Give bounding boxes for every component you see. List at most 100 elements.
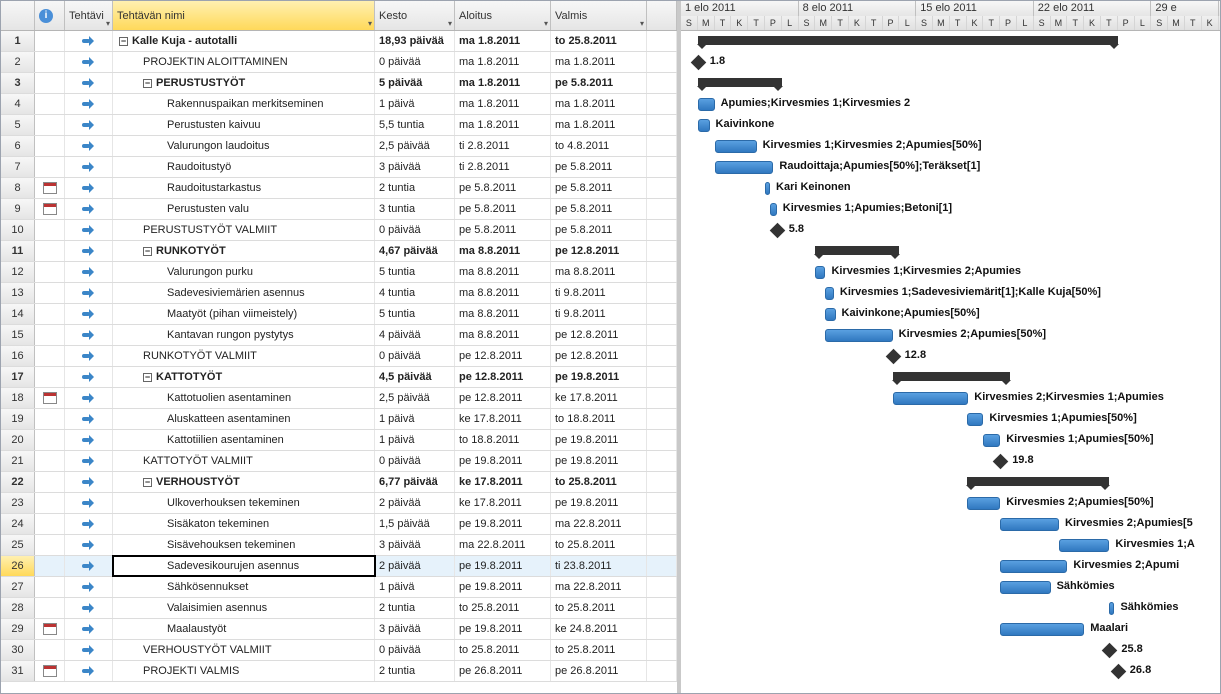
duration-cell[interactable]: 2 tuntia <box>375 178 455 198</box>
finish-cell[interactable]: to 25.8.2011 <box>551 31 647 51</box>
extra-cell[interactable] <box>647 535 677 555</box>
task-row[interactable]: 12Valurungon purku5 tuntiama 8.8.2011ma … <box>1 262 677 283</box>
task-name-cell[interactable]: Aluskatteen asentaminen <box>113 409 375 429</box>
task-name-cell[interactable]: Sisäkaton tekeminen <box>113 514 375 534</box>
duration-cell[interactable]: 0 päivää <box>375 640 455 660</box>
gantt-task-bar[interactable] <box>825 308 835 321</box>
duration-cell[interactable]: 0 päivää <box>375 451 455 471</box>
gantt-body[interactable]: 1.8Apumies;Kirvesmies 1;Kirvesmies 2Kaiv… <box>681 31 1220 693</box>
row-number[interactable]: 1 <box>1 31 35 51</box>
finish-cell[interactable]: to 25.8.2011 <box>551 598 647 618</box>
start-cell[interactable]: ma 22.8.2011 <box>455 535 551 555</box>
row-number[interactable]: 19 <box>1 409 35 429</box>
finish-cell[interactable]: pe 26.8.2011 <box>551 661 647 681</box>
extra-cell[interactable] <box>647 262 677 282</box>
gantt-task-bar[interactable] <box>825 287 833 300</box>
task-name-cell[interactable]: PROJEKTI VALMIS <box>113 661 375 681</box>
gantt-row[interactable]: 26.8 <box>681 661 1220 682</box>
finish-cell[interactable]: ma 1.8.2011 <box>551 94 647 114</box>
gantt-task-bar[interactable] <box>1059 539 1109 552</box>
gantt-row[interactable]: Sähkömies <box>681 577 1220 598</box>
gantt-row[interactable]: Kirvesmies 1;A <box>681 535 1220 556</box>
collapse-toggle[interactable]: − <box>143 79 152 88</box>
collapse-toggle[interactable]: − <box>143 247 152 256</box>
finish-cell[interactable]: ma 1.8.2011 <box>551 52 647 72</box>
row-number[interactable]: 29 <box>1 619 35 639</box>
duration-cell[interactable]: 2 päivää <box>375 493 455 513</box>
duration-cell[interactable]: 4,67 päivää <box>375 241 455 261</box>
task-name-cell[interactable]: Maalaustyöt <box>113 619 375 639</box>
task-name-cell[interactable]: Kattotuolien asentaminen <box>113 388 375 408</box>
extra-cell[interactable] <box>647 430 677 450</box>
task-row[interactable]: 6Valurungon laudoitus2,5 päivääti 2.8.20… <box>1 136 677 157</box>
extra-cell[interactable] <box>647 598 677 618</box>
row-number[interactable]: 24 <box>1 514 35 534</box>
duration-cell[interactable]: 0 päivää <box>375 346 455 366</box>
gantt-row[interactable]: 1.8 <box>681 52 1220 73</box>
gantt-milestone[interactable] <box>691 55 707 71</box>
gantt-task-bar[interactable] <box>815 266 825 279</box>
duration-cell[interactable]: 1 päivä <box>375 577 455 597</box>
task-row[interactable]: 30VERHOUSTYÖT VALMIIT0 päivääto 25.8.201… <box>1 640 677 661</box>
duration-cell[interactable]: 4 päivää <box>375 325 455 345</box>
extra-cell[interactable] <box>647 199 677 219</box>
gantt-summary-bar[interactable] <box>893 372 1011 381</box>
task-name-cell[interactable]: Sadevesikourujen asennus <box>113 556 375 576</box>
task-name-cell[interactable]: PROJEKTIN ALOITTAMINEN <box>113 52 375 72</box>
start-cell[interactable]: pe 12.8.2011 <box>455 367 551 387</box>
row-number[interactable]: 26 <box>1 556 35 576</box>
gantt-task-bar[interactable] <box>1109 602 1114 615</box>
task-name-cell[interactable]: Raudoitustyö <box>113 157 375 177</box>
col-aloitus[interactable]: Aloitus▾ <box>455 1 551 30</box>
task-row[interactable]: 27Sähkösennukset1 päiväpe 19.8.2011ma 22… <box>1 577 677 598</box>
task-name-cell[interactable]: Sadevesiviemärien asennus <box>113 283 375 303</box>
gantt-row[interactable] <box>681 31 1220 52</box>
row-number[interactable]: 5 <box>1 115 35 135</box>
gantt-row[interactable]: 12.8 <box>681 346 1220 367</box>
duration-cell[interactable]: 2 päivää <box>375 556 455 576</box>
collapse-toggle[interactable]: − <box>119 37 128 46</box>
task-name-cell[interactable]: Sisävehouksen tekeminen <box>113 535 375 555</box>
finish-cell[interactable]: to 25.8.2011 <box>551 535 647 555</box>
gantt-row[interactable] <box>681 367 1220 388</box>
finish-cell[interactable]: pe 12.8.2011 <box>551 346 647 366</box>
task-name-cell[interactable]: −Kalle Kuja - autotalli <box>113 31 375 51</box>
row-number[interactable]: 18 <box>1 388 35 408</box>
duration-cell[interactable]: 6,77 päivää <box>375 472 455 492</box>
start-cell[interactable]: pe 19.8.2011 <box>455 514 551 534</box>
task-row[interactable]: 31PROJEKTI VALMIS2 tuntiape 26.8.2011pe … <box>1 661 677 682</box>
extra-cell[interactable] <box>647 283 677 303</box>
row-number[interactable]: 10 <box>1 220 35 240</box>
task-row[interactable]: 5Perustusten kaivuu5,5 tuntiama 1.8.2011… <box>1 115 677 136</box>
extra-cell[interactable] <box>647 556 677 576</box>
start-cell[interactable]: ma 8.8.2011 <box>455 304 551 324</box>
extra-cell[interactable] <box>647 346 677 366</box>
start-cell[interactable]: pe 19.8.2011 <box>455 619 551 639</box>
extra-cell[interactable] <box>647 661 677 681</box>
gantt-row[interactable]: Apumies;Kirvesmies 1;Kirvesmies 2 <box>681 94 1220 115</box>
start-cell[interactable]: to 25.8.2011 <box>455 598 551 618</box>
col-tehtavan-nimi[interactable]: Tehtävän nimi▾ <box>113 1 375 30</box>
start-cell[interactable]: pe 5.8.2011 <box>455 199 551 219</box>
start-cell[interactable]: ma 1.8.2011 <box>455 52 551 72</box>
start-cell[interactable]: to 18.8.2011 <box>455 430 551 450</box>
gantt-row[interactable]: Kirvesmies 1;Kirvesmies 2;Apumies <box>681 262 1220 283</box>
task-name-cell[interactable]: Kantavan rungon pystytys <box>113 325 375 345</box>
gantt-row[interactable]: Kirvesmies 2;Kirvesmies 1;Apumies <box>681 388 1220 409</box>
gantt-summary-bar[interactable] <box>967 477 1110 486</box>
finish-cell[interactable]: ti 9.8.2011 <box>551 283 647 303</box>
start-cell[interactable]: pe 26.8.2011 <box>455 661 551 681</box>
task-row[interactable]: 7Raudoitustyö3 päivääti 2.8.2011pe 5.8.2… <box>1 157 677 178</box>
duration-cell[interactable]: 5 tuntia <box>375 304 455 324</box>
duration-cell[interactable]: 0 päivää <box>375 220 455 240</box>
gantt-summary-bar[interactable] <box>698 36 1118 45</box>
gantt-milestone[interactable] <box>993 454 1009 470</box>
gantt-task-bar[interactable] <box>967 413 984 426</box>
task-name-cell[interactable]: PERUSTUSTYÖT VALMIIT <box>113 220 375 240</box>
extra-cell[interactable] <box>647 52 677 72</box>
row-number[interactable]: 25 <box>1 535 35 555</box>
start-cell[interactable]: ma 8.8.2011 <box>455 325 551 345</box>
task-row[interactable]: 29Maalaustyöt3 päivääpe 19.8.2011ke 24.8… <box>1 619 677 640</box>
task-row[interactable]: 19Aluskatteen asentaminen1 päiväke 17.8.… <box>1 409 677 430</box>
start-cell[interactable]: pe 12.8.2011 <box>455 388 551 408</box>
